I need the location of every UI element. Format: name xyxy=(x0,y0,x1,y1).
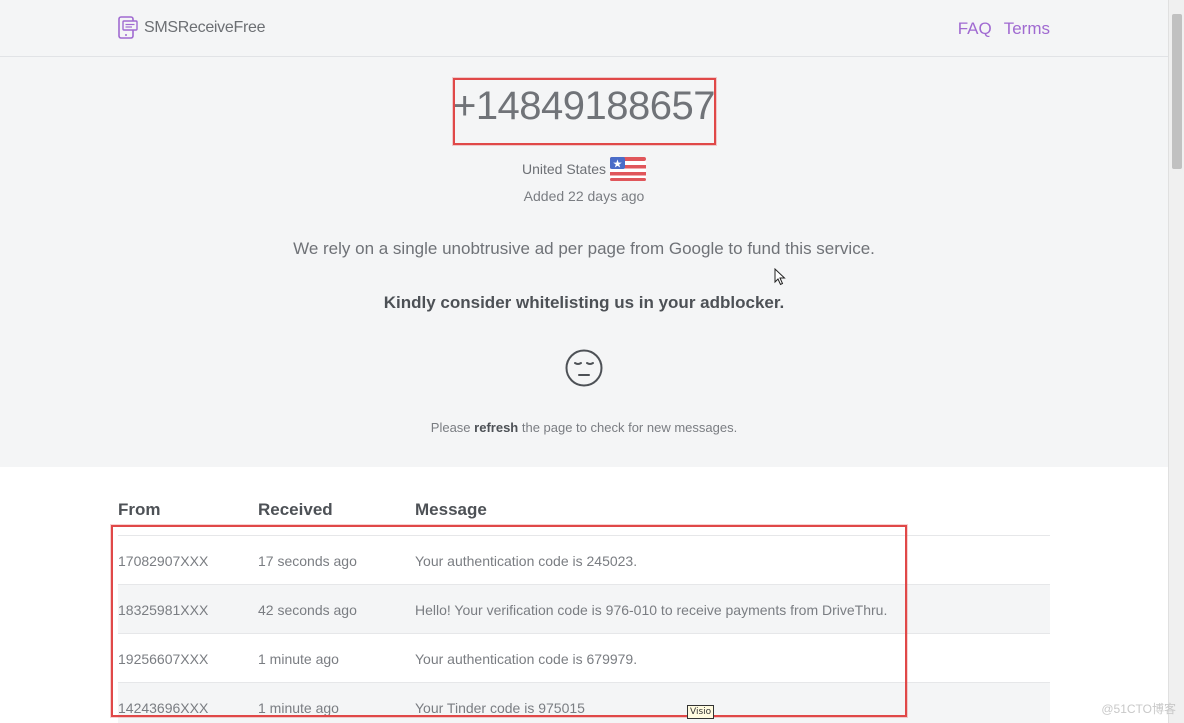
refresh-suffix: the page to check for new messages. xyxy=(518,420,738,435)
ad-notice: We rely on a single unobtrusive ad per p… xyxy=(293,239,875,258)
unamused-face-icon xyxy=(565,349,603,387)
country-line: United States xyxy=(0,157,1168,181)
nav-link-terms[interactable]: Terms xyxy=(1004,19,1050,39)
page-viewport: SMSReceiveFree FAQ Terms +14849188657 Un… xyxy=(0,0,1168,723)
refresh-keyword: refresh xyxy=(474,420,519,435)
brand-name: SMSReceiveFree xyxy=(144,19,266,36)
row-message: Your Tinder code is 975015 xyxy=(415,700,585,716)
table-row: 18325981XXX 42 seconds ago Hello! Your v… xyxy=(118,585,1050,634)
phone-logo-icon xyxy=(118,16,138,39)
added-date: Added 22 days ago xyxy=(523,188,645,204)
refresh-prefix: Please xyxy=(430,420,475,435)
row-from: 17082907XXX xyxy=(118,553,209,569)
tooltip: Visio xyxy=(687,705,715,719)
table-header: From Received Message xyxy=(118,498,1050,536)
row-message: Hello! Your verification code is 976-010… xyxy=(415,602,888,618)
us-flag-icon xyxy=(610,157,647,181)
vertical-scrollbar[interactable] xyxy=(1168,0,1184,723)
number-highlight-box xyxy=(453,78,716,145)
row-from: 14243696XXX xyxy=(118,700,209,716)
header-received: Received xyxy=(258,500,333,519)
brand-logo-link[interactable]: SMSReceiveFree xyxy=(118,16,265,40)
nav-links: FAQ Terms xyxy=(958,19,1050,39)
row-message: Your authentication code is 679979. xyxy=(415,651,638,667)
row-received: 1 minute ago xyxy=(258,651,339,667)
watermark-text: @51CTO博客 xyxy=(1101,702,1176,716)
row-from: 18325981XXX xyxy=(118,602,209,618)
nav-link-faq[interactable]: FAQ xyxy=(958,19,992,39)
refresh-hint: Please refresh the page to check for new… xyxy=(0,420,1168,435)
table-row: 14243696XXX 1 minute ago Your Tinder cod… xyxy=(118,683,1050,723)
country-name: United States xyxy=(521,161,607,177)
row-received: 1 minute ago xyxy=(258,700,339,716)
row-message: Your authentication code is 245023. xyxy=(415,553,638,569)
row-received: 42 seconds ago xyxy=(258,602,357,618)
table-row: 17082907XXX 17 seconds ago Your authenti… xyxy=(118,536,1050,585)
header-from: From xyxy=(118,500,161,519)
row-from: 19256607XXX xyxy=(118,651,209,667)
mouse-cursor-icon xyxy=(774,268,786,286)
navbar: SMSReceiveFree FAQ Terms xyxy=(0,0,1168,57)
scrollbar-thumb[interactable] xyxy=(1172,14,1182,169)
header-message: Message xyxy=(415,500,487,519)
table-row: 19256607XXX 1 minute ago Your authentica… xyxy=(118,634,1050,683)
whitelist-request: Kindly consider whitelisting us in your … xyxy=(383,293,785,312)
number-hero: +14849188657 United States Added 22 days… xyxy=(0,57,1168,467)
row-received: 17 seconds ago xyxy=(258,553,357,569)
